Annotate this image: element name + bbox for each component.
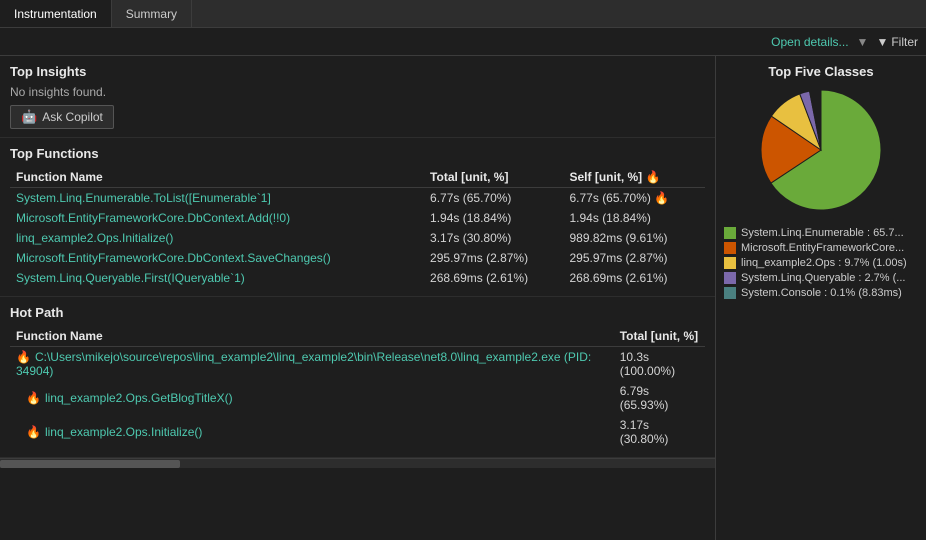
tab-instrumentation[interactable]: Instrumentation bbox=[0, 0, 112, 27]
legend-label: Microsoft.EntityFrameworkCore... bbox=[741, 242, 904, 254]
total-cell: 3.17s (30.80%) bbox=[424, 228, 563, 248]
table-row: Microsoft.EntityFrameworkCore.DbContext.… bbox=[10, 248, 705, 268]
legend-color bbox=[724, 272, 736, 284]
legend-label: linq_example2.Ops : 9.7% (1.00s) bbox=[741, 257, 907, 269]
func-link[interactable]: Microsoft.EntityFrameworkCore.DbContext.… bbox=[16, 211, 290, 225]
table-row: 🔥C:\Users\mikejo\source\repos\linq_examp… bbox=[10, 347, 705, 382]
flame-icon: 🔥 bbox=[26, 391, 41, 405]
col-self: Self [unit, %] 🔥 bbox=[564, 167, 706, 188]
pie-chart bbox=[756, 85, 886, 215]
chart-legend: System.Linq.Enumerable : 65.7... Microso… bbox=[724, 227, 918, 302]
hot-func-name-cell: 🔥 linq_example2.Ops.GetBlogTitleX() bbox=[10, 381, 614, 415]
func-name-cell: System.Linq.Queryable.First(IQueryable`1… bbox=[10, 268, 424, 288]
total-cell: 1.94s (18.84%) bbox=[424, 208, 563, 228]
func-name-cell: Microsoft.EntityFrameworkCore.DbContext.… bbox=[10, 248, 424, 268]
tab-summary[interactable]: Summary bbox=[112, 0, 192, 27]
table-row: System.Linq.Enumerable.ToList([Enumerabl… bbox=[10, 188, 705, 209]
filter-button[interactable]: ▼ Filter bbox=[876, 35, 918, 49]
legend-color bbox=[724, 287, 736, 299]
legend-label: System.Linq.Enumerable : 65.7... bbox=[741, 227, 904, 239]
func-name-cell: System.Linq.Enumerable.ToList([Enumerabl… bbox=[10, 188, 424, 209]
main-layout: Top Insights No insights found. 🤖 Ask Co… bbox=[0, 56, 926, 540]
self-cell: 989.82ms (9.61%) bbox=[564, 228, 706, 248]
legend-color bbox=[724, 257, 736, 269]
ask-copilot-button[interactable]: 🤖 Ask Copilot bbox=[10, 105, 114, 129]
legend-item: Microsoft.EntityFrameworkCore... bbox=[724, 242, 918, 254]
no-insights-text: No insights found. bbox=[10, 85, 705, 99]
col-function-name: Function Name bbox=[10, 167, 424, 188]
legend-item: System.Linq.Queryable : 2.7% (... bbox=[724, 272, 918, 284]
chart-title: Top Five Classes bbox=[724, 64, 918, 79]
hot-func-name-cell: 🔥C:\Users\mikejo\source\repos\linq_examp… bbox=[10, 347, 614, 382]
self-cell: 6.77s (65.70%) 🔥 bbox=[564, 188, 706, 209]
hot-func-link[interactable]: linq_example2.Ops.GetBlogTitleX() bbox=[45, 391, 233, 405]
self-cell: 295.97ms (2.87%) bbox=[564, 248, 706, 268]
open-details-link[interactable]: Open details... bbox=[771, 35, 848, 49]
top-insights-title: Top Insights bbox=[10, 64, 705, 79]
hot-col-function-name: Function Name bbox=[10, 326, 614, 347]
hot-col-total: Total [unit, %] bbox=[614, 326, 705, 347]
hot-path-table: Function Name Total [unit, %] 🔥C:\Users\… bbox=[10, 326, 705, 449]
hot-path-section: Hot Path Function Name Total [unit, %] 🔥… bbox=[0, 297, 715, 458]
total-cell: 268.69ms (2.61%) bbox=[424, 268, 563, 288]
func-link[interactable]: System.Linq.Queryable.First(IQueryable`1… bbox=[16, 271, 245, 285]
flame-path-icon: 🔥 bbox=[16, 350, 31, 364]
total-cell: 6.77s (65.70%) bbox=[424, 188, 563, 209]
self-cell: 268.69ms (2.61%) bbox=[564, 268, 706, 288]
pie-chart-container bbox=[724, 85, 918, 215]
fire-header-icon: 🔥 bbox=[646, 170, 661, 184]
total-cell: 295.97ms (2.87%) bbox=[424, 248, 563, 268]
legend-label: System.Console : 0.1% (8.83ms) bbox=[741, 287, 902, 299]
legend-color bbox=[724, 227, 736, 239]
top-functions-title: Top Functions bbox=[10, 146, 705, 161]
hot-func-link[interactable]: linq_example2.Ops.Initialize() bbox=[45, 425, 202, 439]
copilot-icon: 🤖 bbox=[21, 109, 37, 125]
legend-item: System.Linq.Enumerable : 65.7... bbox=[724, 227, 918, 239]
hot-func-name-cell: 🔥 linq_example2.Ops.Initialize() bbox=[10, 415, 614, 449]
table-row: linq_example2.Ops.Initialize() 3.17s (30… bbox=[10, 228, 705, 248]
legend-item: System.Console : 0.1% (8.83ms) bbox=[724, 287, 918, 299]
top-functions-table: Function Name Total [unit, %] Self [unit… bbox=[10, 167, 705, 288]
func-link[interactable]: System.Linq.Enumerable.ToList([Enumerabl… bbox=[16, 191, 271, 205]
table-row: Microsoft.EntityFrameworkCore.DbContext.… bbox=[10, 208, 705, 228]
self-cell: 1.94s (18.84%) bbox=[564, 208, 706, 228]
table-row: System.Linq.Queryable.First(IQueryable`1… bbox=[10, 268, 705, 288]
table-row: 🔥 linq_example2.Ops.GetBlogTitleX() 6.79s… bbox=[10, 381, 705, 415]
left-panel: Top Insights No insights found. 🤖 Ask Co… bbox=[0, 56, 716, 540]
hot-total-cell: 3.17s (30.80%) bbox=[614, 415, 705, 449]
table-row: 🔥 linq_example2.Ops.Initialize() 3.17s (3… bbox=[10, 415, 705, 449]
tab-bar: Instrumentation Summary bbox=[0, 0, 926, 28]
fire-icon: 🔥 bbox=[654, 191, 669, 205]
func-name-cell: Microsoft.EntityFrameworkCore.DbContext.… bbox=[10, 208, 424, 228]
top-functions-section: Top Functions Function Name Total [unit,… bbox=[0, 138, 715, 297]
hot-path-title: Hot Path bbox=[10, 305, 705, 320]
legend-label: System.Linq.Queryable : 2.7% (... bbox=[741, 272, 905, 284]
hot-total-cell: 10.3s (100.00%) bbox=[614, 347, 705, 382]
legend-color bbox=[724, 242, 736, 254]
func-link[interactable]: Microsoft.EntityFrameworkCore.DbContext.… bbox=[16, 251, 331, 265]
horizontal-scrollbar[interactable] bbox=[0, 458, 715, 468]
toolbar: Open details... ▼ ▼ Filter bbox=[0, 28, 926, 56]
func-name-cell: linq_example2.Ops.Initialize() bbox=[10, 228, 424, 248]
right-panel: Top Five Classes System.Linq.Enumerable … bbox=[716, 56, 926, 540]
hot-func-link[interactable]: C:\Users\mikejo\source\repos\linq_exampl… bbox=[16, 350, 591, 378]
func-link[interactable]: linq_example2.Ops.Initialize() bbox=[16, 231, 173, 245]
scrollbar-thumb[interactable] bbox=[0, 460, 180, 468]
hot-total-cell: 6.79s (65.93%) bbox=[614, 381, 705, 415]
flame-icon: 🔥 bbox=[26, 425, 41, 439]
legend-item: linq_example2.Ops : 9.7% (1.00s) bbox=[724, 257, 918, 269]
top-insights-section: Top Insights No insights found. 🤖 Ask Co… bbox=[0, 56, 715, 138]
col-total: Total [unit, %] bbox=[424, 167, 563, 188]
